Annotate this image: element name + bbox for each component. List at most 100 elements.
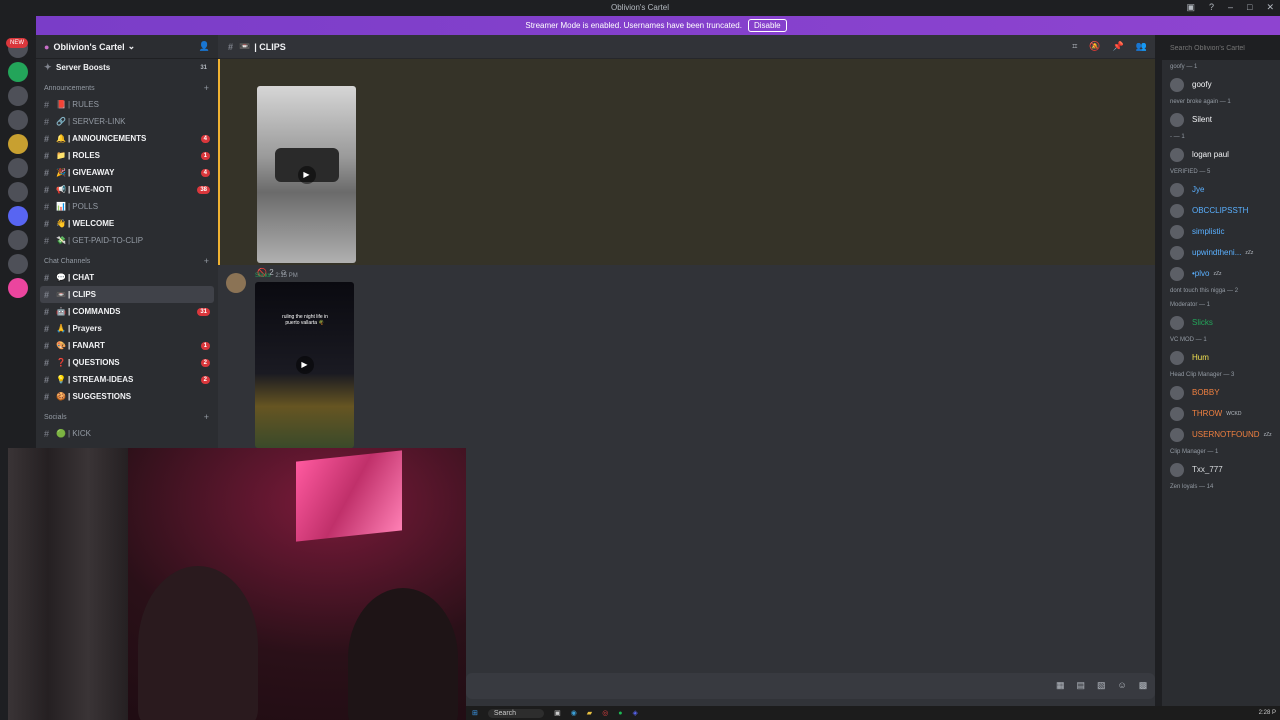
category-socials[interactable]: Socials + [36,409,218,425]
server-icon[interactable] [8,134,28,154]
channel-item[interactable]: # 📁 | ROLES 1 [36,147,218,164]
channel-item[interactable]: # 🍪 | SUGGESTIONS [36,388,218,405]
member-item[interactable]: goofy [1162,74,1280,95]
channel-item[interactable]: # 🤖 | COMMANDS 31 [36,303,218,320]
message-author[interactable]: Slicks 2:15 PM [255,273,298,279]
server-icon[interactable] [8,254,28,274]
member-name: USERNOTFOUND [1192,430,1260,439]
member-item[interactable]: BOBBY [1162,382,1280,403]
hash-icon: # [44,374,50,385]
guild-header[interactable]: ● Oblivion's Cartel ⌄ 👤 [36,35,218,59]
add-member-icon[interactable]: 👤 [199,41,210,52]
new-badge[interactable]: NEW [6,38,28,48]
server-icon[interactable] [8,110,28,130]
server-icon[interactable] [8,230,28,250]
pin-icon[interactable]: 📌 [1113,41,1124,52]
server-icon[interactable] [8,86,28,106]
hash-icon: # [228,41,234,52]
channel-item[interactable]: # 🎉 | GIVEAWAY 4 [36,164,218,181]
channel-item[interactable]: # 💡 | STREAM-IDEAS 2 [36,371,218,388]
message-composer[interactable] [466,673,1155,699]
help-icon[interactable]: ? [1209,2,1214,13]
threads-icon[interactable]: ⌗ [1072,41,1077,52]
streamer-mode-banner: Streamer Mode is enabled. Usernames have… [32,16,1280,35]
video-attachment[interactable]: ruling the night life in puerto vallarta… [255,282,354,448]
maximize-icon[interactable]: □ [1247,2,1252,13]
members-icon[interactable]: 👥 [1136,41,1147,52]
member-item[interactable]: •plvo zZz [1162,263,1280,284]
member-item[interactable]: upwindtheni... zZz [1162,242,1280,263]
channel-item[interactable]: # 🎨 | FANART 1 [36,337,218,354]
member-item[interactable]: Txx_777 [1162,459,1280,480]
inbox-icon[interactable]: ▣ [1186,2,1195,13]
channel-kick[interactable]: # 🟢 | KICK [36,425,218,442]
mention-badge: 31 [197,307,210,316]
app-icon[interactable]: ▣ [554,709,561,717]
add-channel-icon[interactable]: + [204,256,209,266]
video-attachment[interactable]: ▶ [257,86,356,263]
apps-icon[interactable]: ▩ [1139,680,1148,691]
chrome-icon[interactable]: ◎ [602,709,608,717]
play-icon[interactable]: ▶ [297,165,316,184]
gif-icon[interactable]: ▤ [1077,680,1086,691]
category-chat[interactable]: Chat Channels + [36,253,218,269]
member-item[interactable]: Jye [1162,179,1280,200]
author-name[interactable]: Slicks [255,273,271,279]
sticker-icon[interactable]: ▧ [1097,680,1106,691]
add-channel-icon[interactable]: + [204,83,209,93]
channel-item[interactable]: # 📕 | RULES [36,96,218,113]
channel-item[interactable]: # 💸 | GET-PAID-TO-CLIP [36,232,218,249]
discord-icon[interactable]: ◈ [633,709,638,717]
server-icon[interactable] [8,62,28,82]
member-list: goofy — 1 goofy never broke again — 1 Silen… [1162,60,1280,720]
role-header: never broke again — 1 [1170,99,1231,105]
browser-icon[interactable]: ◉ [571,709,577,717]
windows-icon[interactable]: ⊞ [472,709,478,717]
hash-icon: # [44,235,50,246]
member-item[interactable]: Hum [1162,347,1280,368]
search-input[interactable] [1166,41,1280,55]
member-item[interactable]: USERNOTFOUND zZz [1162,424,1280,445]
server-icon[interactable] [8,278,28,298]
minimize-icon[interactable]: – [1228,2,1233,13]
gift-icon[interactable]: ▦ [1056,680,1065,691]
avatar [1170,406,1184,421]
add-channel-icon[interactable]: + [204,412,209,422]
emoji-icon[interactable]: ☺ [1118,680,1127,691]
title-bar: Oblivion's Cartel ▣ ? – □ ✕ [0,0,1280,16]
channel-item[interactable]: # 💬 | CHAT [36,269,218,286]
channel-item[interactable]: # 🙏 | Prayers [36,320,218,337]
member-item[interactable]: OBCCLIPSSTH [1162,200,1280,221]
channel-label: | Prayers [68,324,102,333]
server-icon[interactable] [8,182,28,202]
folder-icon[interactable]: ▰ [587,709,592,717]
mute-icon[interactable]: 🔕 [1089,41,1100,52]
member-item[interactable]: logan paul [1162,144,1280,165]
server-icon[interactable] [8,158,28,178]
avatar[interactable] [226,273,246,293]
member-name: THROW [1192,409,1223,418]
server-icon[interactable] [8,206,28,226]
disable-button[interactable]: Disable [747,19,787,32]
channel-item[interactable]: # 📢 | LIVE-NOTI 38 [36,181,218,198]
spotify-icon[interactable]: ● [618,710,622,717]
member-item[interactable]: Slicks [1162,312,1280,333]
play-icon[interactable]: ▶ [295,356,314,374]
category-announcements[interactable]: Announcements + [36,80,218,96]
channel-item[interactable]: # ❓ | QUESTIONS 2 [36,354,218,371]
close-icon[interactable]: ✕ [1266,2,1274,13]
avatar [1170,203,1184,218]
server-boosts[interactable]: ✦ Server Boosts 31 [36,59,218,76]
hash-icon: # [44,133,50,144]
channel-item[interactable]: # 📼 | CLIPS [40,286,214,303]
channel-item[interactable]: # 🔗 | SERVER-LINK [36,113,218,130]
taskbar-search[interactable]: Search [487,708,545,718]
member-item[interactable]: THROW WCKD [1162,403,1280,424]
role-header: goofy — 1 [1170,64,1198,70]
channel-item[interactable]: # 👋 | WELCOME [36,215,218,232]
channel-item[interactable]: # 🔔 | ANNOUNCEMENTS 4 [36,130,218,147]
member-item[interactable]: Silent [1162,109,1280,130]
channel-item[interactable]: # 📊 | POLLS [36,198,218,215]
member-item[interactable]: simplistic [1162,221,1280,242]
role-header: Head Clip Manager — 3 [1170,372,1235,378]
